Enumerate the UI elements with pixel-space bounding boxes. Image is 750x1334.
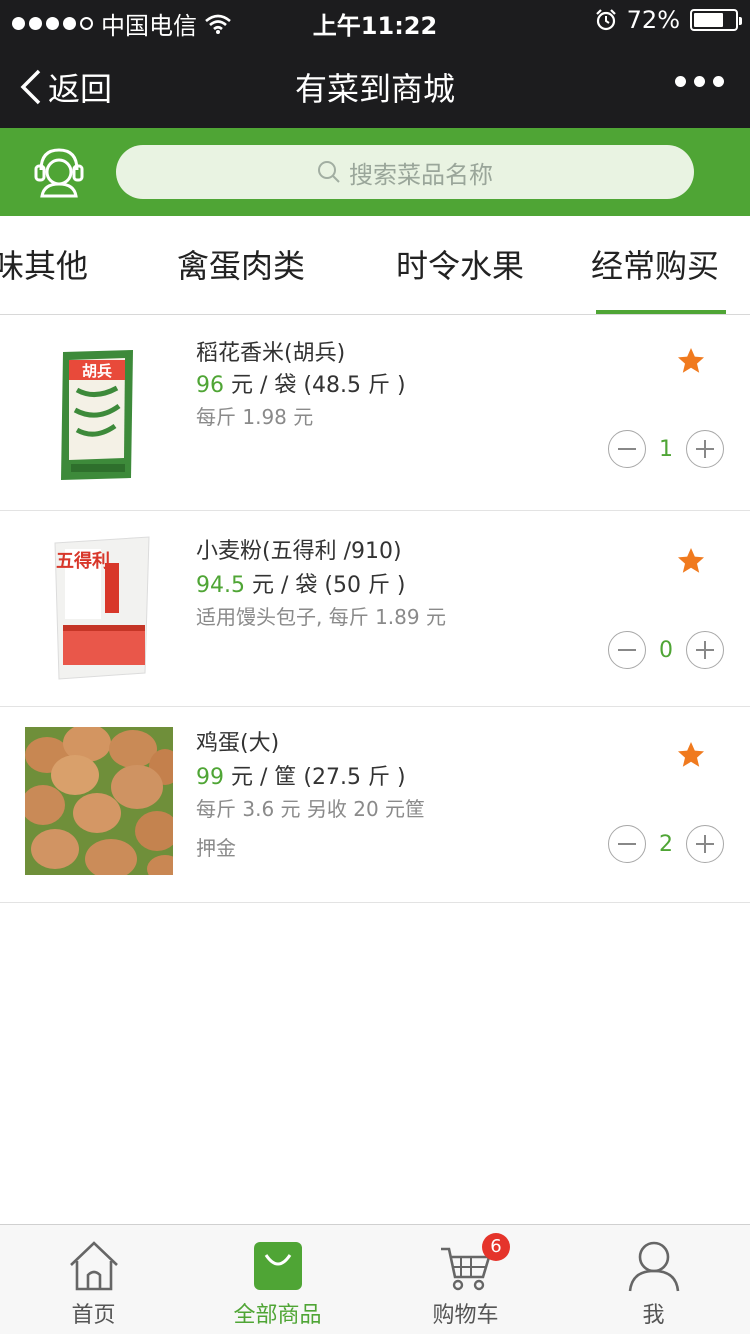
star-icon[interactable] [676,346,706,376]
tab-frequent-purchase[interactable]: 经常购买 [591,241,719,287]
category-tabs: 味其他 禽蛋肉类 时令水果 经常购买 [0,216,750,315]
status-bar: 中国电信 上午11:22 72% [0,0,750,40]
price-unit: 元 / 袋 (50 斤 ) [244,573,406,598]
status-right: 72% [595,6,742,34]
tab-seasonal-fruit[interactable]: 时令水果 [396,241,524,287]
price-value: 94.5 [196,573,245,598]
battery-icon [690,9,742,31]
tabbar-me[interactable]: 我 [560,1225,747,1334]
tabbar-label: 我 [642,1303,665,1328]
product-note: 适用馒头包子, 每斤 1.89 元 [196,605,446,629]
more-dot-icon [713,76,724,87]
user-icon [628,1241,680,1292]
list-item[interactable]: 鸡蛋(大) 99 元 / 筐 (27.5 斤 ) 每斤 3.6 元 另收 20 … [0,707,750,903]
price-unit: 元 / 筐 (27.5 斤 ) [224,765,406,790]
flour-bag-brand: 五得利 [56,550,110,572]
product-name: 鸡蛋(大) [196,731,280,756]
tabbar-label: 全部商品 [233,1303,322,1328]
list-item[interactable]: 胡兵 稻花香米(胡兵) 96 元 / 袋 (48.5 斤 ) 每斤 1.98 元… [0,315,750,511]
tabbar-label: 购物车 [432,1303,499,1328]
tabbar-cart[interactable]: 6 购物车 [372,1225,559,1334]
price-unit: 元 / 袋 (48.5 斤 ) [224,373,406,398]
product-price: 96 元 / 袋 (48.5 斤 ) [196,367,406,399]
headset-icon [34,148,84,198]
tabbar-all-products[interactable]: 全部商品 [184,1225,371,1334]
nav-bar: 返回 有菜到商城 [0,40,750,128]
more-options-button[interactable] [675,76,724,87]
customer-service-button[interactable] [32,144,86,198]
quantity-value: 2 [659,831,673,857]
star-icon[interactable] [676,740,706,770]
quantity-stepper: 1 [608,430,724,468]
more-dot-icon [675,76,686,87]
tabbar-home[interactable]: 首页 [0,1225,187,1334]
list-item[interactable]: 五得利 小麦粉(五得利 /910) 94.5 元 / 袋 (50 斤 ) 适用馒… [0,511,750,707]
search-bar: 搜索菜品名称 [0,128,750,216]
search-placeholder: 搜索菜品名称 [349,160,493,189]
product-name: 小麦粉(五得利 /910) [196,539,402,564]
decrease-quantity-button[interactable] [608,631,646,669]
battery-percent: 72% [626,6,680,34]
product-price: 99 元 / 筐 (27.5 斤 ) [196,759,406,791]
quantity-value: 0 [659,637,673,663]
decrease-quantity-button[interactable] [608,430,646,468]
increase-quantity-button[interactable] [686,430,724,468]
decrease-quantity-button[interactable] [608,825,646,863]
tab-other[interactable]: 味其他 [0,241,88,287]
quantity-stepper: 0 [608,631,724,669]
search-input[interactable]: 搜索菜品名称 [116,145,694,199]
tabbar-label: 首页 [71,1303,116,1328]
quantity-stepper: 2 [608,825,724,863]
search-icon [318,161,340,183]
product-note: 每斤 3.6 元 另收 20 元筐 [196,797,426,821]
more-dot-icon [694,76,705,87]
price-value: 96 [196,373,224,398]
cart-count-badge: 6 [482,1233,510,1261]
increase-quantity-button[interactable] [686,825,724,863]
increase-quantity-button[interactable] [686,631,724,669]
product-note: 每斤 1.98 元 [196,405,314,429]
product-image-rice[interactable]: 胡兵 [25,340,173,488]
alarm-icon [595,9,616,31]
bottom-tab-bar: 首页 全部商品 6 购物车 我 [0,1224,750,1334]
battery-fill [694,13,723,27]
page-title: 有菜到商城 [294,70,455,108]
quantity-value: 1 [659,436,673,462]
product-name: 稻花香米(胡兵) [196,341,346,366]
product-price: 94.5 元 / 袋 (50 斤 ) [196,567,406,599]
price-value: 99 [196,765,224,790]
product-note-continued: 押金 [196,836,236,860]
product-image-eggs[interactable] [25,727,173,875]
rice-bag-brand: 胡兵 [82,362,112,380]
home-icon [70,1241,118,1291]
product-image-flour[interactable]: 五得利 [25,533,173,681]
active-tab-indicator [596,310,726,314]
tab-eggs-meat[interactable]: 禽蛋肉类 [177,241,305,287]
shopping-bag-icon [254,1242,302,1290]
star-icon[interactable] [676,546,706,576]
